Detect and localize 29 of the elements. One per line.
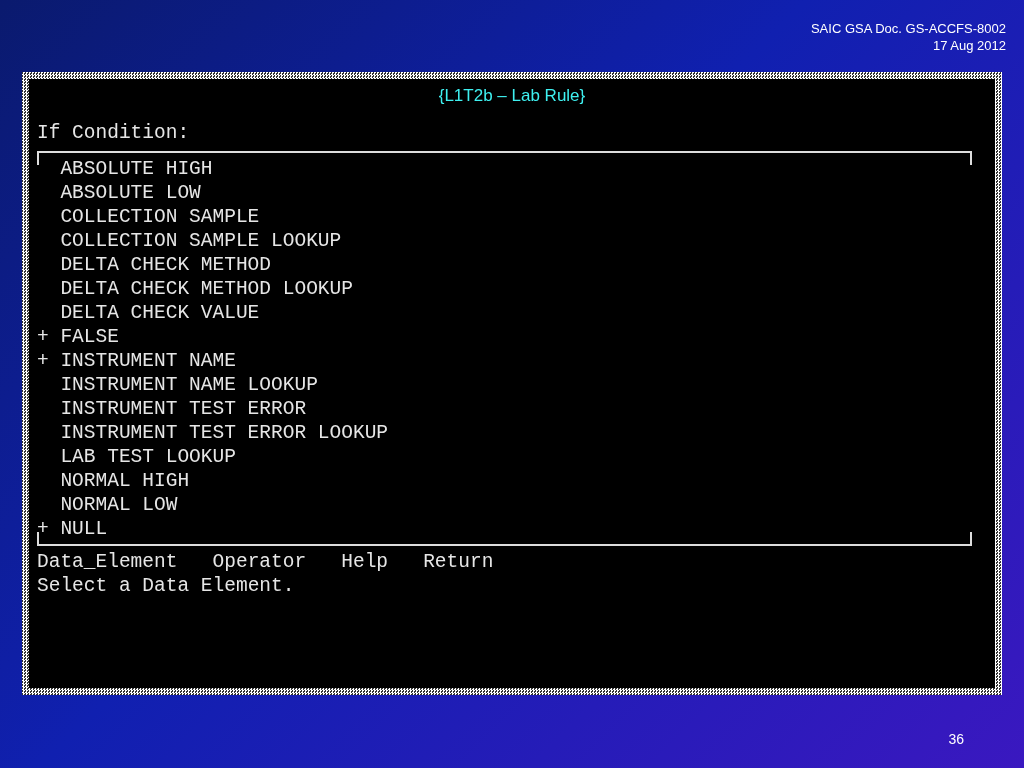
menu-item[interactable]: Operator	[212, 550, 307, 574]
list-item[interactable]: INSTRUMENT NAME LOOKUP	[60, 373, 318, 397]
list-item[interactable]: LAB TEST LOOKUP	[60, 445, 236, 469]
menu-item[interactable]: Data_Element	[37, 550, 178, 574]
condition-prompt: If Condition:	[37, 121, 190, 145]
menu-item[interactable]: Help	[341, 550, 389, 574]
list-item[interactable]: FALSE	[60, 325, 119, 349]
marker: +	[37, 325, 50, 349]
page-number: 36	[948, 731, 964, 747]
list-item[interactable]: COLLECTION SAMPLE LOOKUP	[60, 229, 342, 253]
list-item[interactable]: ABSOLUTE LOW	[60, 181, 201, 205]
screen-title: {L1T2b – Lab Rule}	[438, 85, 586, 107]
list-item[interactable]: NULL	[60, 517, 108, 541]
list-item[interactable]: INSTRUMENT TEST ERROR	[60, 397, 307, 421]
document-id: SAIC GSA Doc. GS-ACCFS-8002	[810, 20, 1006, 37]
marker: +	[37, 349, 50, 373]
list-item[interactable]: COLLECTION SAMPLE	[60, 205, 260, 229]
list-item[interactable]: INSTRUMENT NAME	[60, 349, 236, 373]
status-message: Select a Data Element.	[37, 574, 295, 598]
list-item[interactable]: ABSOLUTE HIGH	[60, 157, 213, 181]
list-item[interactable]: NORMAL HIGH	[60, 469, 190, 493]
menu-item[interactable]: Return	[423, 550, 494, 574]
list-item[interactable]: DELTA CHECK METHOD LOOKUP	[60, 277, 353, 301]
list-item[interactable]: NORMAL LOW	[60, 493, 178, 517]
list-item[interactable]: INSTRUMENT TEST ERROR LOOKUP	[60, 421, 389, 445]
list-item[interactable]: DELTA CHECK VALUE	[60, 301, 260, 325]
list-item[interactable]: DELTA CHECK METHOD	[60, 253, 272, 277]
marker: +	[37, 517, 50, 541]
document-date: 17 Aug 2012	[932, 37, 1006, 54]
